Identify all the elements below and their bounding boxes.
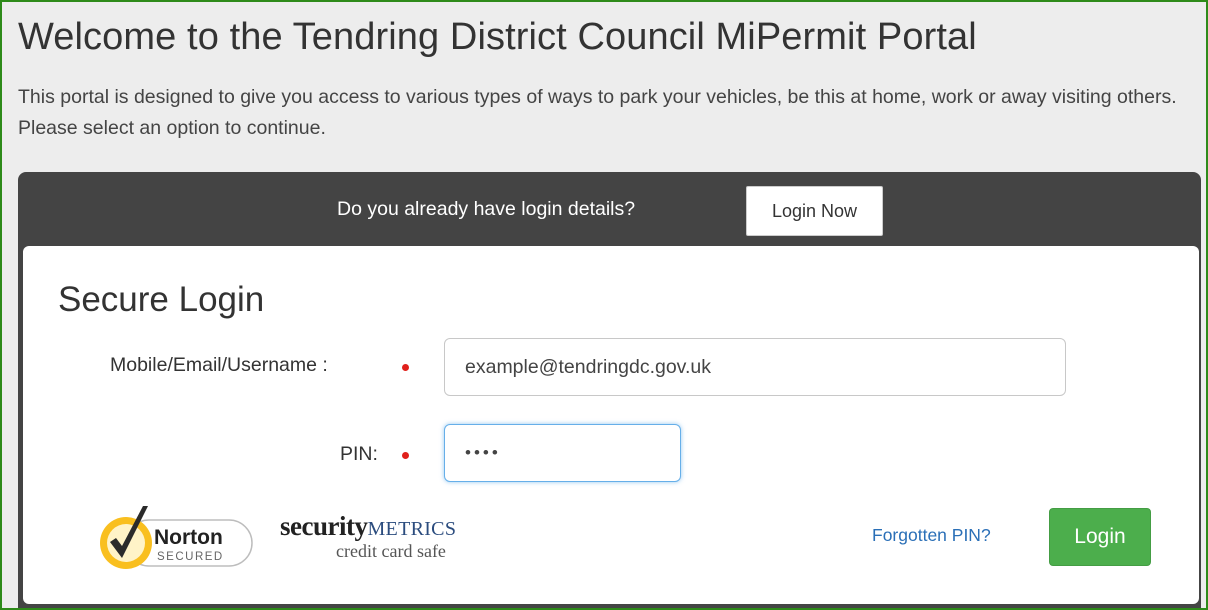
username-label: Mobile/Email/Username : [110, 354, 328, 376]
page-title: Welcome to the Tendring District Council… [18, 16, 977, 58]
login-question: Do you already have login details? [337, 198, 636, 220]
norton-secured-logo: Norton SECURED [96, 502, 256, 570]
security-metrics-word1: security [280, 511, 368, 541]
secure-login-card: Secure Login Mobile/Email/Username : PIN… [23, 246, 1199, 604]
required-indicator [402, 364, 409, 371]
login-button[interactable]: Login [1049, 508, 1151, 566]
security-metrics-logo: securityMETRICS credit card safe [280, 511, 490, 567]
panel-header: Do you already have login details? Login… [18, 172, 1201, 244]
security-metrics-word2: METRICS [367, 518, 457, 540]
pin-label: PIN: [340, 443, 378, 465]
login-panel: Do you already have login details? Login… [18, 172, 1201, 608]
intro-text: This portal is designed to give you acce… [18, 86, 1177, 139]
username-input[interactable] [444, 338, 1066, 396]
norton-checkmark-icon: Norton SECURED [100, 506, 253, 569]
forgotten-pin-link[interactable]: Forgotten PIN? [872, 525, 991, 546]
security-metrics-subtitle: credit card safe [336, 541, 446, 561]
svg-text:SECURED: SECURED [157, 551, 224, 563]
pin-input[interactable] [444, 424, 681, 482]
svg-text:Norton: Norton [154, 526, 223, 549]
secure-login-title: Secure Login [58, 280, 265, 319]
required-indicator [402, 452, 409, 459]
login-now-button[interactable]: Login Now [746, 186, 883, 236]
